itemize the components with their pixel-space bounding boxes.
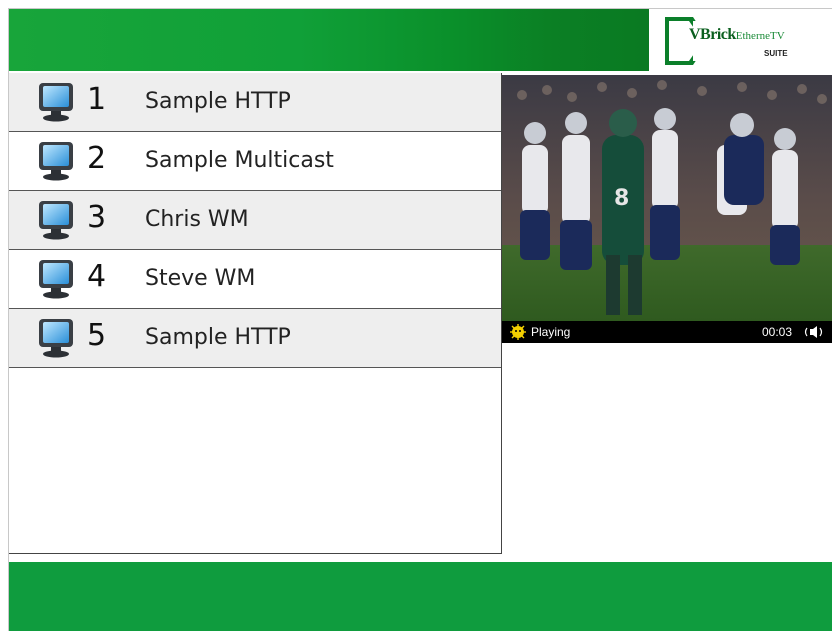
- channel-number: 1: [87, 82, 107, 117]
- channel-name: Sample HTTP: [145, 89, 291, 114]
- video-player[interactable]: 8: [502, 75, 832, 321]
- player-time: 00:03: [762, 325, 793, 339]
- channel-number: 2: [87, 141, 107, 176]
- logo-wordmark: VBrickEtherneTV: [689, 26, 785, 44]
- channel-row-3[interactable]: 3 Chris WM: [9, 191, 501, 250]
- monitor-icon: [39, 319, 73, 358]
- channel-list: 1 Sample HTTP 2 Sample Multicast 3 Chris…: [9, 73, 502, 554]
- svg-text:8: 8: [614, 186, 629, 211]
- player-status-bar: Playing 00:03: [502, 321, 832, 343]
- monitor-icon: [39, 83, 73, 122]
- logo-brand-main: VBrick: [689, 26, 736, 43]
- logo-area: VBrickEtherneTV SUITE: [649, 9, 832, 71]
- logo-brand-product: EtherneTV: [735, 30, 785, 42]
- channel-number: 3: [87, 200, 107, 235]
- channel-name: Sample HTTP: [145, 325, 291, 350]
- player-status-text: Playing: [531, 325, 571, 339]
- channel-row-5[interactable]: 5 Sample HTTP: [9, 309, 501, 368]
- channel-number: 5: [87, 318, 107, 353]
- channel-name: Steve WM: [145, 266, 256, 291]
- footer-bar: [9, 562, 832, 631]
- header-bar: [9, 9, 649, 71]
- speaker-icon[interactable]: [804, 325, 826, 339]
- monitor-icon: [39, 201, 73, 240]
- monitor-icon: [39, 142, 73, 181]
- channel-row-4[interactable]: 4 Steve WM: [9, 250, 501, 309]
- app-frame: VBrickEtherneTV SUITE 1 Sample HTTP 2 Sa…: [8, 8, 832, 631]
- monitor-icon: [39, 260, 73, 299]
- channel-row-1[interactable]: 1 Sample HTTP: [9, 73, 501, 132]
- playing-icon: [510, 324, 526, 340]
- channel-name: Chris WM: [145, 207, 249, 232]
- channel-name: Sample Multicast: [145, 148, 334, 173]
- channel-row-2[interactable]: 2 Sample Multicast: [9, 132, 501, 191]
- channel-number: 4: [87, 259, 107, 294]
- logo-brand-sub: SUITE: [764, 49, 788, 58]
